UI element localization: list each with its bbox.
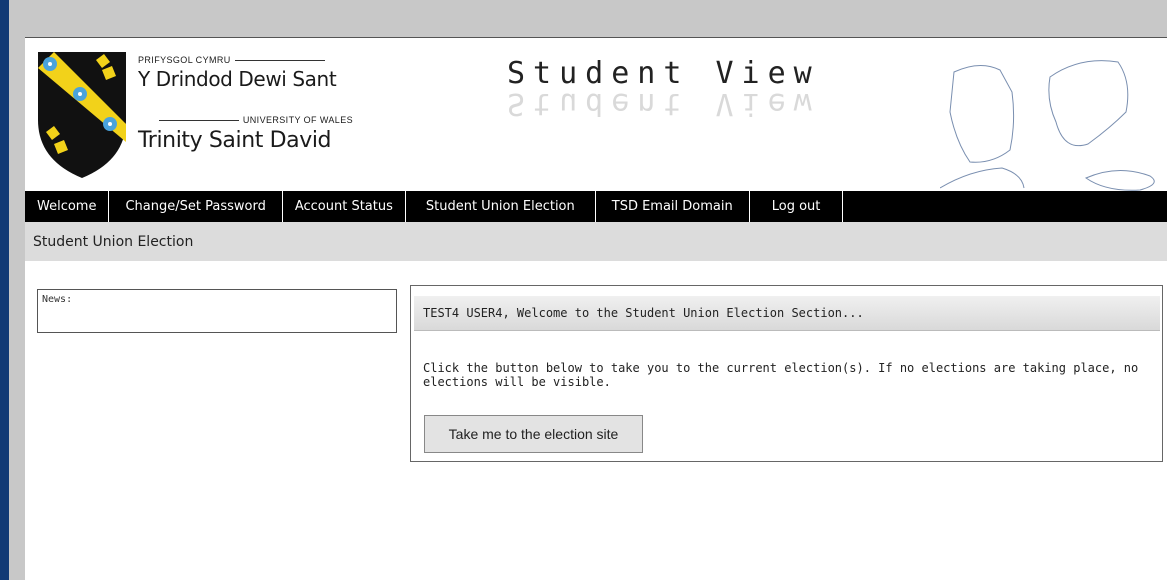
site-title-reflection: Student View — [507, 86, 820, 121]
nav-student-union-election[interactable]: Student Union Election — [406, 191, 596, 222]
election-panel: TEST4 USER4, Welcome to the Student Unio… — [410, 285, 1163, 462]
university-shield-logo — [38, 52, 126, 178]
site-title-block: Student View Student View — [507, 56, 837, 126]
news-label: News: — [42, 294, 73, 305]
nav-change-password[interactable]: Change/Set Password — [109, 191, 283, 222]
news-box: News: — [37, 289, 397, 333]
leaf-outline-decoration — [940, 60, 1155, 191]
logo-line-prifysgol: PRIFYSGOL CYMRU — [138, 55, 325, 65]
nav-log-out[interactable]: Log out — [750, 191, 844, 222]
nav-account-status[interactable]: Account Status — [283, 191, 406, 222]
left-edge-bar — [0, 0, 9, 580]
logo-name-english: Trinity Saint David — [138, 128, 332, 153]
university-name-block: PRIFYSGOL CYMRU Y Drindod Dewi Sant UNIV… — [138, 55, 378, 175]
logo-line-university: UNIVERSITY OF WALES — [138, 115, 353, 125]
header: PRIFYSGOL CYMRU Y Drindod Dewi Sant UNIV… — [25, 37, 1167, 191]
nav-tsd-email-domain[interactable]: TSD Email Domain — [596, 191, 750, 222]
logo-name-welsh: Y Drindod Dewi Sant — [138, 67, 337, 91]
election-panel-header: TEST4 USER4, Welcome to the Student Unio… — [414, 296, 1160, 331]
nav-welcome[interactable]: Welcome — [25, 191, 110, 222]
election-description: Click the button below to take you to th… — [423, 361, 1139, 389]
breadcrumb-label: Student Union Election — [33, 234, 194, 250]
page: PRIFYSGOL CYMRU Y Drindod Dewi Sant UNIV… — [25, 37, 1167, 580]
election-site-button[interactable]: Take me to the election site — [424, 415, 643, 453]
main-nav: Welcome Change/Set Password Account Stat… — [25, 191, 1167, 222]
election-welcome-heading: TEST4 USER4, Welcome to the Student Unio… — [423, 306, 864, 320]
breadcrumb: Student Union Election — [25, 222, 1167, 261]
